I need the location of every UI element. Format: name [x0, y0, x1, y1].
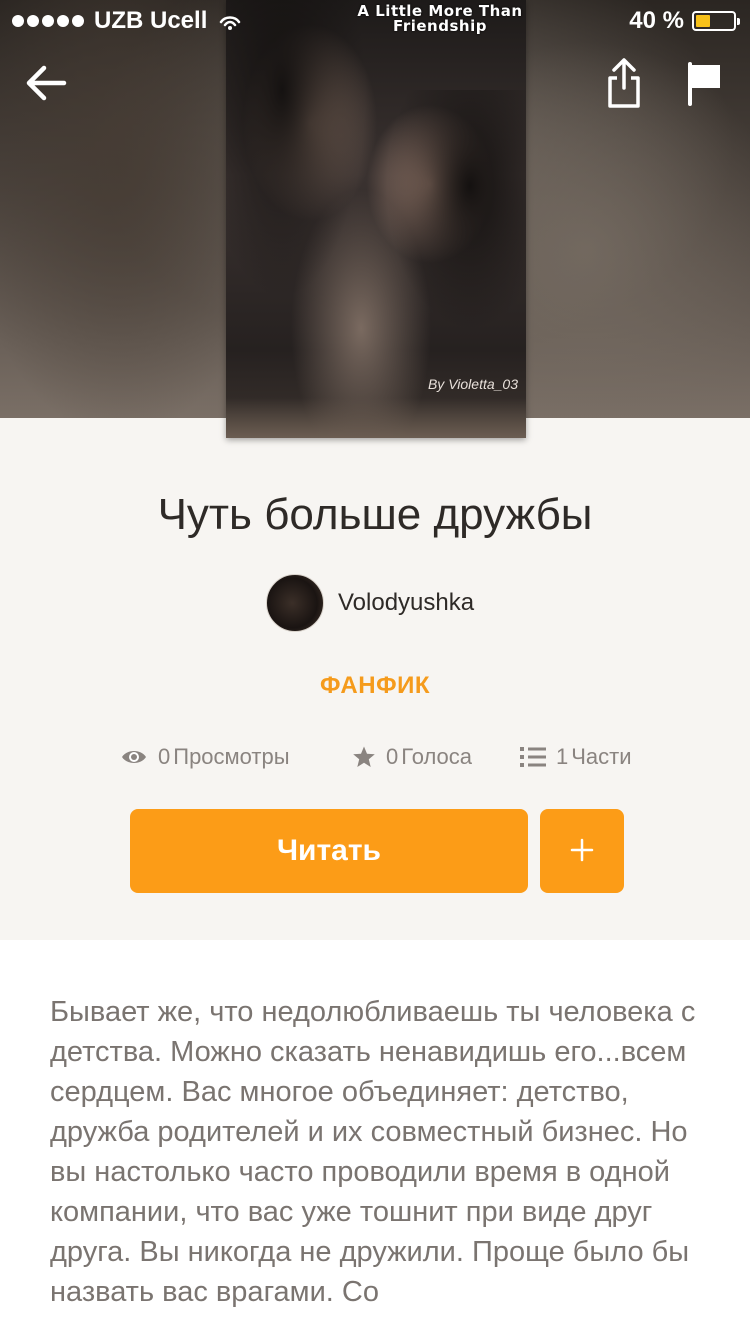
votes-stat: 0 Голоса: [352, 744, 472, 770]
story-cover[interactable]: A Little More Than Friendship By Violett…: [226, 0, 526, 438]
wifi-icon: [220, 16, 241, 30]
parts-label: Части: [571, 744, 632, 769]
add-to-library-button[interactable]: [540, 809, 624, 893]
back-button[interactable]: [22, 58, 72, 108]
author-name: Volodyushka: [338, 589, 475, 616]
avatar: [266, 574, 324, 632]
views-stat: 0 Просмотры: [120, 744, 290, 770]
status-left: UZB Ucell: [12, 7, 243, 35]
story-stats: 0 Просмотры 0 Голоса 1 Части: [0, 744, 750, 778]
signal-icon: [12, 15, 84, 27]
report-button[interactable]: [686, 60, 726, 106]
views-label: Просмотры: [173, 744, 290, 769]
story-title: Чуть больше дружбы: [157, 490, 593, 539]
carrier-name: UZB Ucell: [94, 7, 208, 34]
author-link[interactable]: Volodyushka: [266, 573, 474, 633]
cover-credit: By Violetta_03: [427, 376, 518, 392]
battery-percent: 40 %: [629, 7, 684, 34]
share-button[interactable]: [604, 56, 644, 110]
flag-icon: [688, 62, 720, 106]
list-icon: [520, 747, 546, 767]
battery-icon: [692, 11, 740, 31]
story-description: Бывает же, что недолюбливаешь ты человек…: [50, 996, 696, 1308]
eye-icon: [122, 751, 146, 763]
category-label[interactable]: ФАНФИК: [0, 672, 750, 700]
status-bar: UZB Ucell 40 %: [0, 0, 750, 40]
star-icon: [353, 746, 375, 767]
share-icon: [608, 58, 640, 108]
read-button[interactable]: Читать: [130, 809, 528, 893]
views-count: 0: [158, 744, 171, 769]
description-card: Бывает же, что недолюбливаешь ты человек…: [0, 940, 750, 1334]
votes-label: Голоса: [401, 744, 472, 769]
parts-stat: 1 Части: [520, 744, 632, 770]
plus-icon: [570, 838, 594, 861]
arrow-left-icon: [26, 65, 67, 101]
status-right: 40 %: [629, 7, 740, 35]
votes-count: 0: [386, 744, 399, 769]
story-screen: UZB Ucell 40 % A Little More Than Friend…: [0, 0, 750, 1334]
parts-count: 1: [556, 744, 569, 769]
